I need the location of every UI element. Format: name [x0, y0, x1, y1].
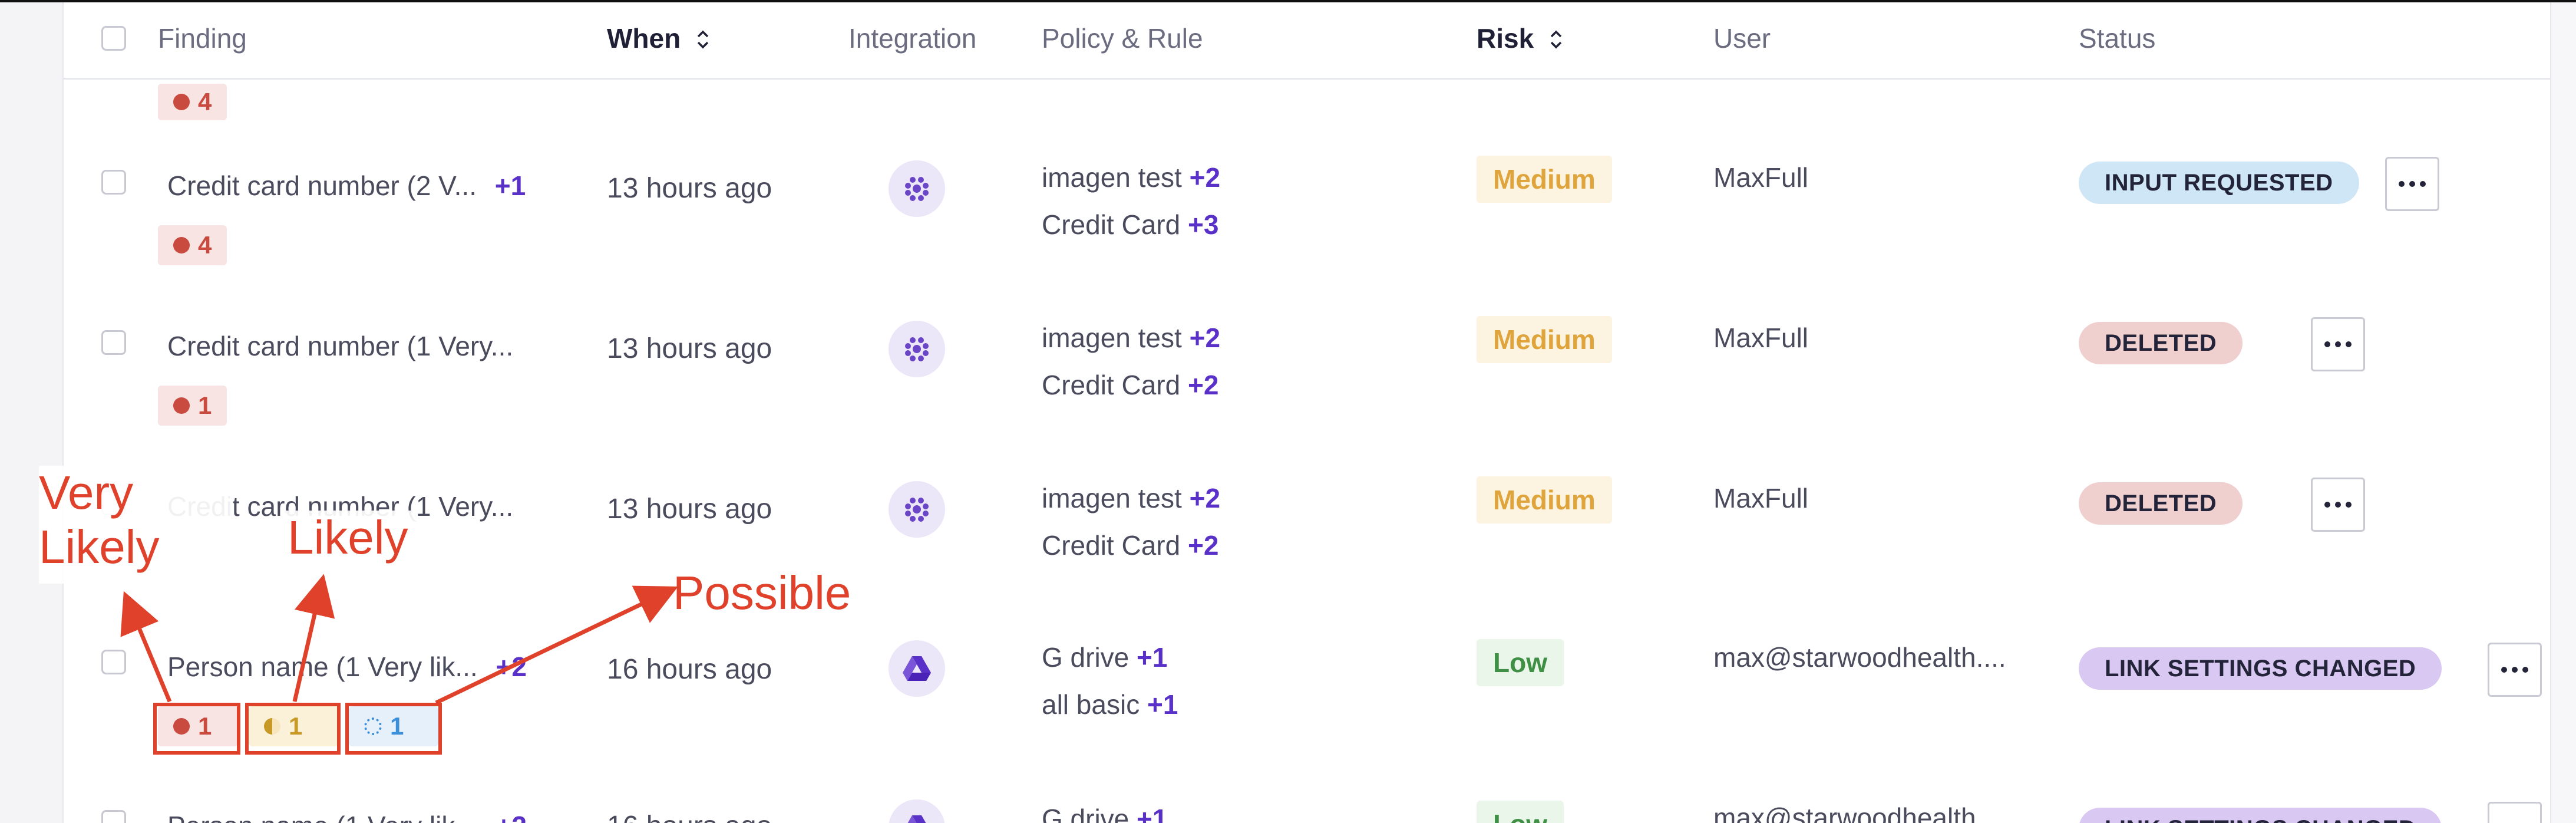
app-root: 4 Credit card number (2 V... +1 4 13 hou…	[0, 0, 2576, 823]
annotation-arrows	[120, 574, 678, 705]
